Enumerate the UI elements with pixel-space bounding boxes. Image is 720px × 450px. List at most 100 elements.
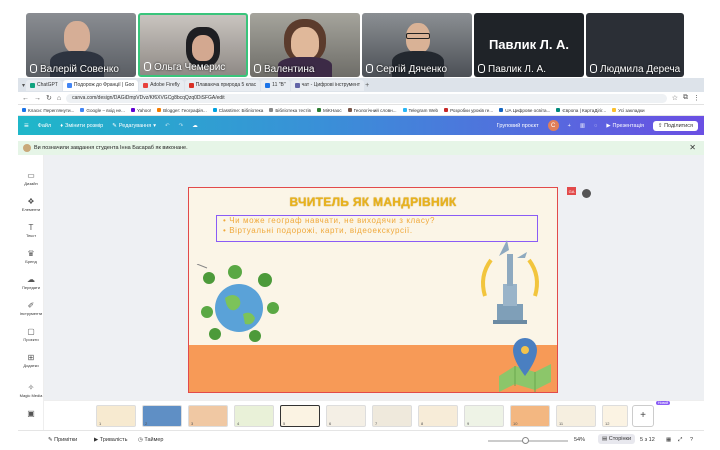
page-thumbnail[interactable]: 11 (556, 405, 596, 427)
add-collaborator-icon[interactable]: + (568, 123, 571, 129)
comments-icon[interactable]: ◌ (594, 123, 597, 129)
slide-refresh-icon[interactable] (582, 189, 591, 198)
participant-tile[interactable]: Сергій Дяченко (362, 13, 472, 77)
page-thumbnail[interactable]: 6 (326, 405, 366, 427)
sidebar-item-brand[interactable]: ♛ Бренд (18, 249, 44, 264)
monument-illustration[interactable] (475, 236, 545, 326)
sidebar-item-tools[interactable]: ✐ Інструменти (18, 301, 44, 316)
bookmark-favicon-icon (316, 108, 321, 112)
browser-tab[interactable]: чат - Цифрові інструмент (290, 79, 365, 91)
grid-view-icon[interactable]: ▦ (666, 437, 671, 443)
zoom-level[interactable]: 54% (574, 437, 585, 443)
page-thumbnail[interactable]: 8 (418, 405, 458, 427)
mic-icon (30, 64, 37, 73)
present-icon: ▶ (606, 122, 611, 129)
cloud-saved-icon[interactable]: ☁ (192, 123, 198, 129)
participant-tile[interactable]: Людмила Дереча (586, 13, 684, 77)
slide-title[interactable]: ВЧИТЕЛЬ ЯК МАНДРІВНИК (189, 195, 557, 209)
undo-icon[interactable]: ↶ (165, 123, 170, 129)
bookmark-item[interactable]: Розробки уроків ге... (444, 108, 493, 113)
help-icon[interactable]: ? (690, 437, 693, 443)
bookmark-item[interactable]: Бібліотека тестів (269, 108, 311, 113)
bookmark-favicon-icon (80, 108, 85, 112)
browser-tab[interactable]: Подорож до Франції | Goo (62, 79, 139, 91)
page-thumbnail[interactable]: 9 (464, 405, 504, 427)
bookmark-star-icon[interactable]: ☆ (672, 94, 678, 102)
participant-tile[interactable]: Павлик Л. А. Павлик Л. А. (474, 13, 584, 77)
tab-favicon-icon (143, 82, 149, 88)
sidebar-item-elements[interactable]: ❖ Елементи (18, 197, 44, 212)
tab-favicon-icon (265, 82, 271, 88)
globe-trees-illustration[interactable] (195, 264, 285, 344)
bookmark-favicon-icon (556, 108, 561, 112)
editing-mode-button[interactable]: ✎ Редагування ▾ (112, 123, 156, 129)
map-pin-illustration[interactable] (495, 336, 555, 392)
timer-button[interactable]: ◷ Таймер (138, 437, 163, 443)
back-icon[interactable]: ← (22, 95, 29, 102)
participant-tile[interactable]: Валерій Совенко (26, 13, 136, 77)
pages-button[interactable]: ▤ Сторінки (598, 434, 636, 444)
fullscreen-icon[interactable]: ⤢ (678, 437, 682, 444)
close-icon[interactable]: ✕ (689, 143, 696, 152)
home-menu-icon[interactable]: ≡ (24, 121, 29, 130)
avatar[interactable]: C (547, 120, 559, 131)
page-thumbnail[interactable]: 4 (234, 405, 274, 427)
share-button[interactable]: ⇪ Поділитися (652, 120, 698, 131)
analytics-icon[interactable]: ▥ (580, 123, 585, 129)
url-field[interactable]: canva.com/design/DAGiDmpVDvz/Kf6XVGCg8bc… (66, 93, 667, 103)
home-icon[interactable]: ⌂ (57, 95, 61, 102)
participant-tile[interactable]: Ольга Чемерис (138, 13, 248, 77)
notes-button[interactable]: ✎ Примітки (48, 437, 77, 443)
project-name[interactable]: Груповий проєкт (497, 123, 539, 129)
page-thumbnail[interactable]: 1 (96, 405, 136, 427)
new-tab-icon[interactable]: + (365, 82, 369, 89)
sidebar-item-apps[interactable]: ⊞ Додатки (18, 353, 44, 368)
bookmark-item[interactable]: Геологічний словн... (347, 108, 397, 113)
sidebar-item-projects[interactable]: ▢ Проєкти (18, 327, 44, 342)
browser-menu-icon[interactable]: ⋮ (693, 94, 700, 102)
bookmark-item[interactable]: Класи: Переглянути... (22, 108, 74, 113)
forward-icon[interactable]: → (34, 95, 41, 102)
page-thumbnail[interactable]: 3 (188, 405, 228, 427)
add-page-button[interactable]: + (632, 405, 654, 427)
browser-tab[interactable]: Плаваюча природа 5 клас (184, 79, 261, 91)
sidebar-item-magic-media[interactable]: ✧ Magic Media (18, 383, 44, 398)
sidebar-item-design[interactable]: ▭ Дизайн (18, 171, 44, 186)
sidebar-item-upload[interactable]: ☁ Передати (18, 275, 44, 290)
brand-icon: ♛ (27, 249, 35, 258)
page-thumbnail[interactable]: 5 (280, 405, 320, 427)
tab-favicon-icon (294, 82, 300, 88)
slide-badge[interactable]: GA (567, 187, 576, 195)
page-thumbnail[interactable]: 2 (142, 405, 182, 427)
bookmark-item[interactable]: Telegram Web (402, 108, 438, 113)
browser-tab[interactable]: 11 "В" (261, 79, 290, 91)
redo-icon[interactable]: ↷ (179, 123, 184, 129)
tab-menu-icon[interactable]: ▾ (22, 82, 25, 89)
page-thumbnail[interactable]: 7 (372, 405, 412, 427)
file-menu[interactable]: Файл (38, 123, 52, 129)
bookmark-item[interactable]: UA Цифрове освіта... (499, 108, 550, 113)
resize-button[interactable]: ♦ Змінити розмір (60, 123, 103, 129)
bookmark-item[interactable]: Усі закладки (612, 108, 645, 113)
page-thumbnail[interactable]: 12 (602, 405, 628, 427)
bookmark-item[interactable]: Європа | КартаДігіг... (556, 108, 606, 113)
present-button[interactable]: ▶ Презентація (606, 123, 644, 129)
bookmark-item[interactable]: Google – вхід не... (80, 108, 125, 113)
participant-tile[interactable]: Валентина (250, 13, 360, 77)
bookmark-item[interactable]: Yahoo! (130, 108, 151, 113)
bookmark-item[interactable]: Classtime: Бібліотека (212, 108, 263, 113)
bookmark-item[interactable]: MiKHaoc (316, 108, 342, 113)
sidebar-item-text[interactable]: T Текст (18, 223, 44, 238)
bookmark-item[interactable]: Blogger: Географія... (157, 108, 207, 113)
duration-button[interactable]: ▶ Тривалість (94, 437, 127, 443)
browser-tab[interactable]: Adobe Firefly (139, 79, 184, 91)
page-thumbnail[interactable]: 10 (510, 405, 550, 427)
editor-canvas[interactable]: ВЧИТЕЛЬ ЯК МАНДРІВНИК • Чи може географ … (44, 155, 704, 400)
zoom-slider-handle[interactable] (522, 437, 529, 444)
extensions-icon[interactable]: ⧉ (683, 94, 688, 102)
browser-tab[interactable]: ChatGPT (26, 79, 62, 91)
sidebar-item-gallery[interactable]: ▣ (18, 409, 44, 419)
page-counter: 5 з 12 (640, 437, 655, 443)
reload-icon[interactable]: ↻ (46, 94, 52, 102)
slide[interactable]: ВЧИТЕЛЬ ЯК МАНДРІВНИК • Чи може географ … (188, 187, 558, 393)
